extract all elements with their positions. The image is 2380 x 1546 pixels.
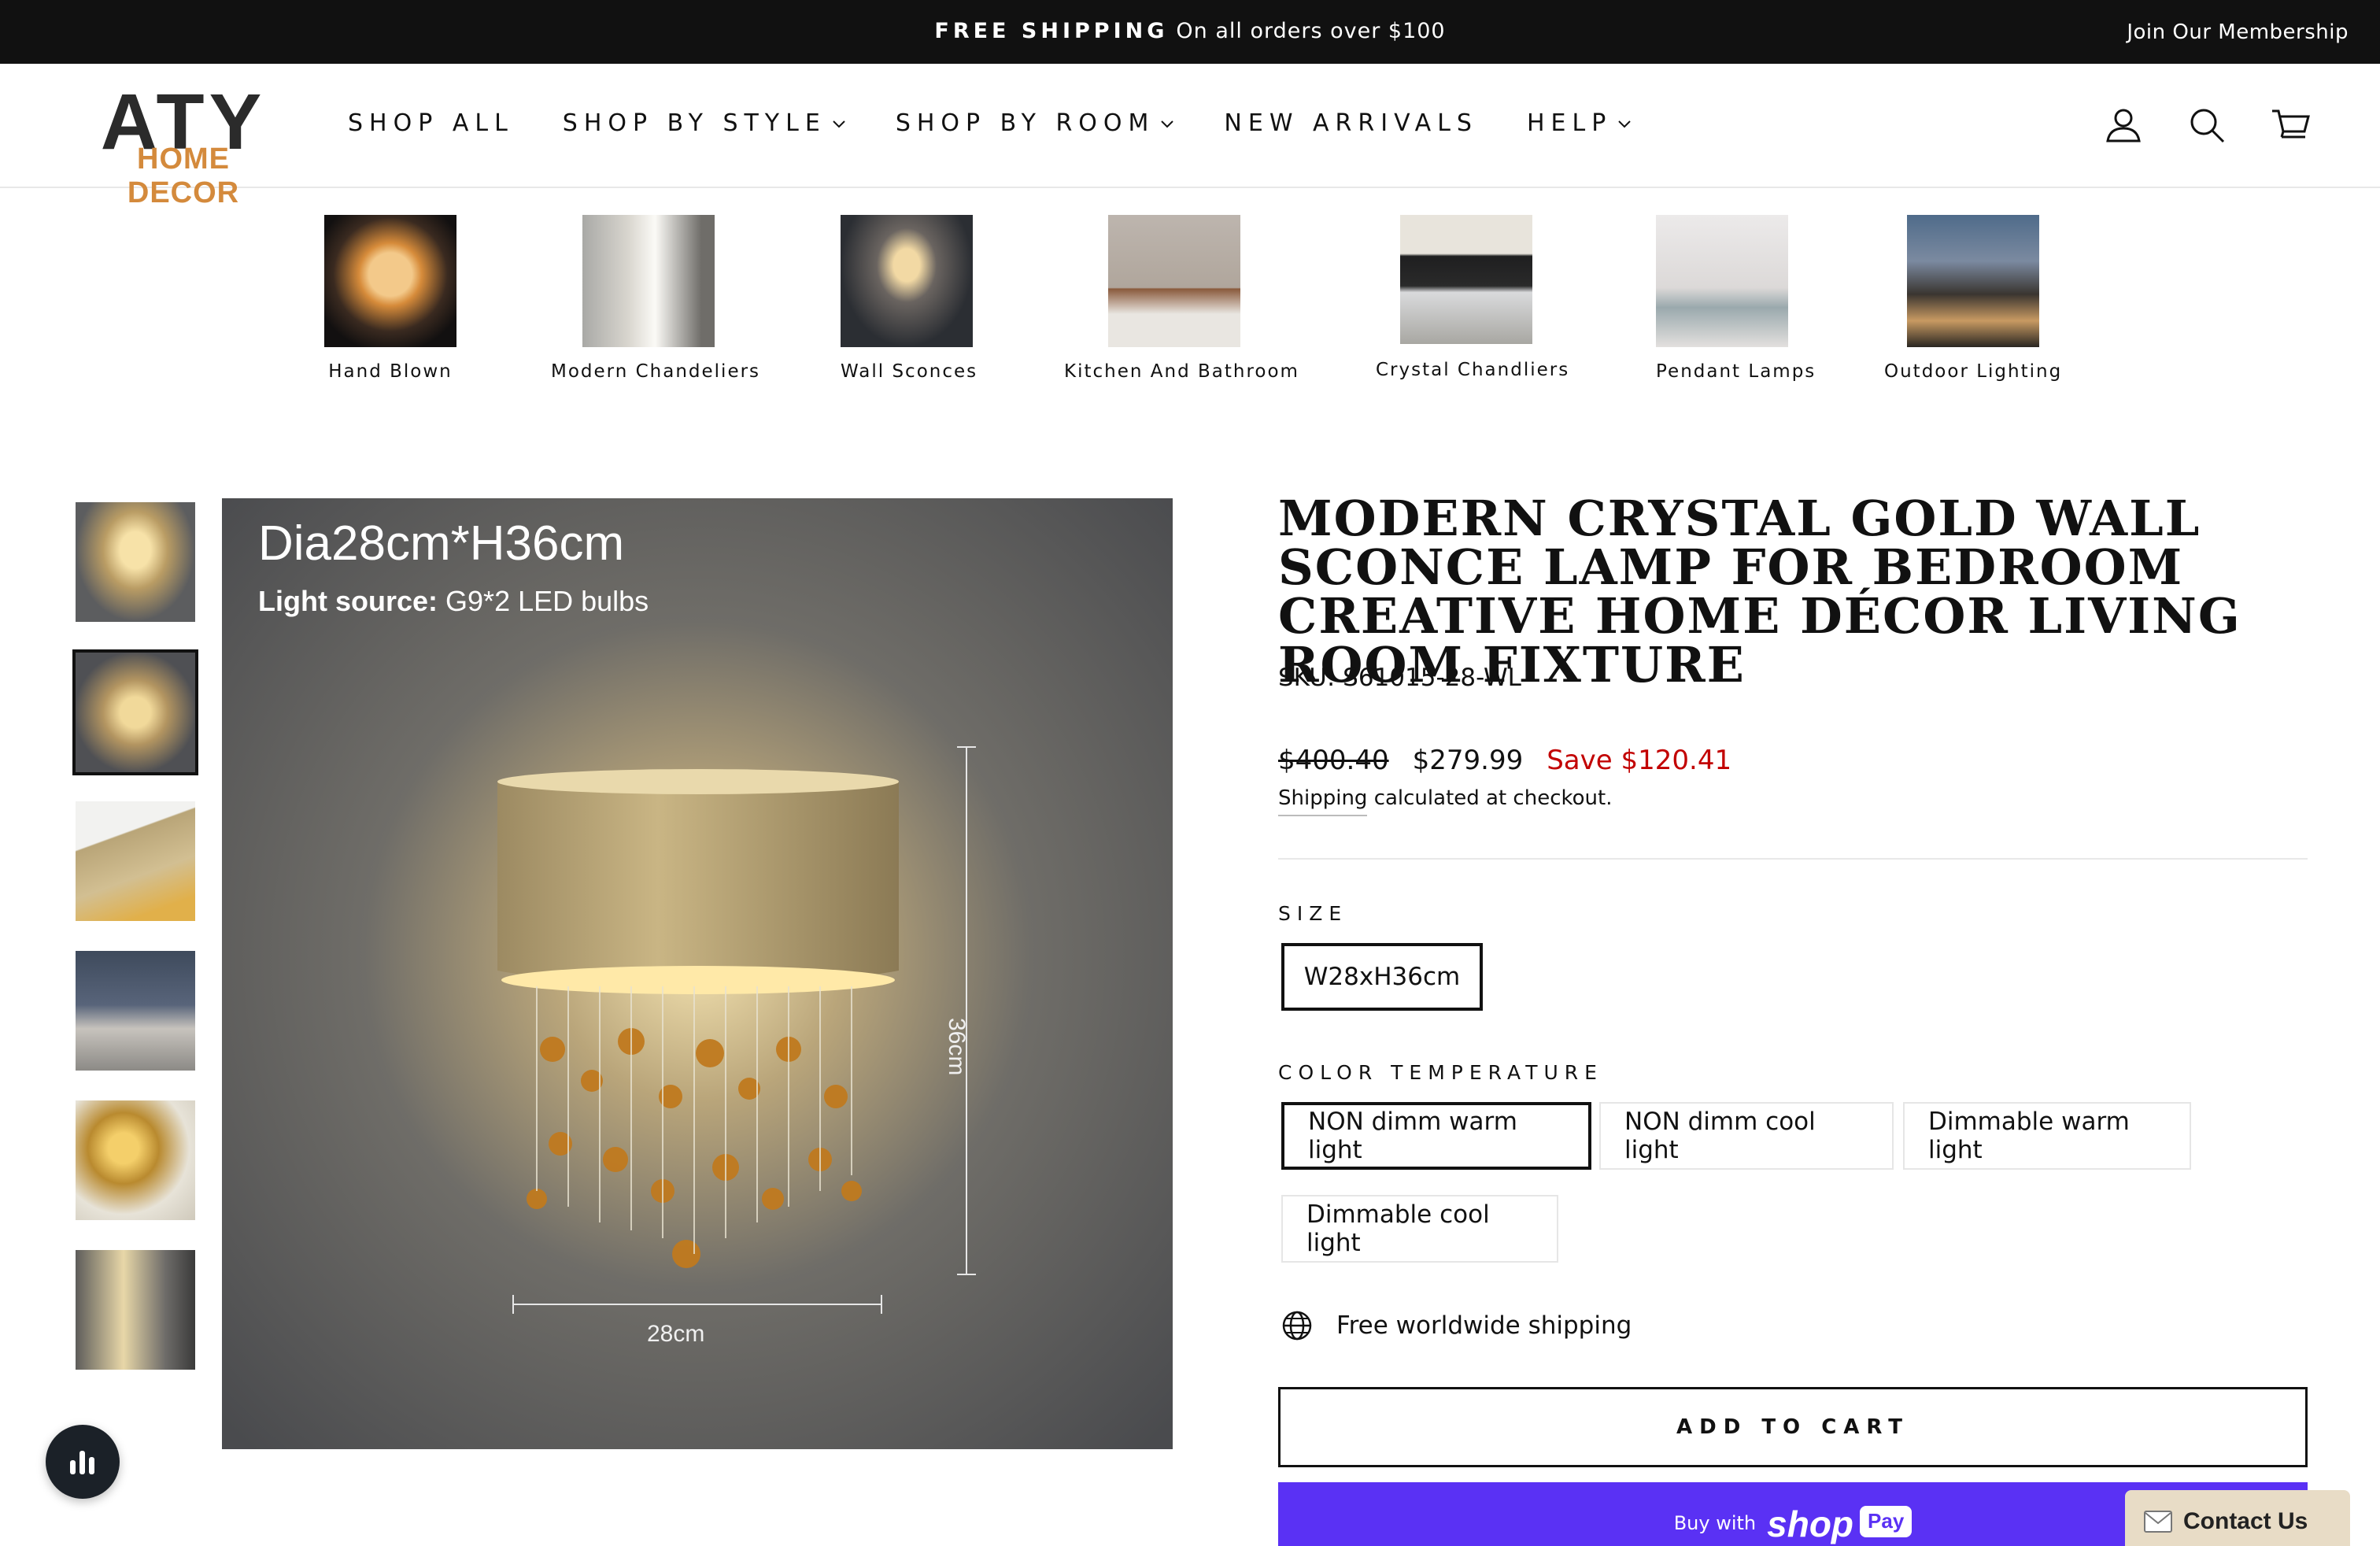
- site-header: ATY HOME DECOR SHOP ALL SHOP BY STYLE SH…: [0, 64, 2380, 209]
- category-modern-chandeliers[interactable]: Modern Chandeliers: [551, 215, 761, 382]
- category-thumb: [324, 215, 456, 347]
- price-sale: $279.99: [1412, 745, 1524, 776]
- nav-shop-all[interactable]: SHOP ALL: [348, 109, 514, 137]
- site-logo[interactable]: ATY HOME DECOR: [77, 83, 290, 209]
- feature-free-shipping: Free worldwide shipping: [1281, 1310, 1632, 1341]
- nav-label: SHOP BY ROOM: [895, 109, 1155, 137]
- color-option-non-dimm-warm[interactable]: NON dimm warm light: [1281, 1102, 1591, 1170]
- category-label: Wall Sconces: [841, 361, 978, 382]
- envelope-icon: [2144, 1511, 2172, 1533]
- gallery-thumb-4[interactable]: [76, 951, 195, 1071]
- category-crystal-chandliers[interactable]: Crystal Chandliers: [1376, 215, 1570, 380]
- price-savings: Save $120.41: [1547, 745, 1732, 776]
- gallery-thumb-1[interactable]: [76, 502, 195, 622]
- bar-chart-icon: [70, 1451, 94, 1474]
- color-temperature-label: COLOR TEMPERATURE: [1278, 1061, 1603, 1084]
- nav-help[interactable]: HELP: [1527, 109, 1632, 137]
- image-height-label: 36cm: [944, 1018, 970, 1076]
- sconce-illustration: [222, 498, 1173, 1449]
- nav-label: SHOP BY STYLE: [562, 109, 826, 137]
- category-label: Pendant Lamps: [1656, 361, 1816, 382]
- category-pendant-lamps[interactable]: Pendant Lamps: [1656, 215, 1816, 382]
- category-thumb: [1400, 215, 1532, 344]
- light-source-label: Light source:: [258, 585, 438, 617]
- size-label: SIZE: [1278, 902, 1348, 925]
- nav-label: SHOP ALL: [348, 109, 514, 137]
- nav-label: NEW ARRIVALS: [1224, 109, 1478, 137]
- buy-with-text: Buy with: [1673, 1512, 1757, 1534]
- image-width-label: 28cm: [647, 1321, 705, 1347]
- feature-text: Free worldwide shipping: [1336, 1311, 1632, 1340]
- chevron-down-icon: [1618, 120, 1632, 128]
- category-wall-sconces[interactable]: Wall Sconces: [841, 215, 978, 382]
- color-option-non-dimm-cool[interactable]: NON dimm cool light: [1599, 1102, 1894, 1170]
- light-source-value: G9*2 LED bulbs: [445, 585, 649, 617]
- category-label: Kitchen And Bathroom: [1064, 361, 1299, 382]
- account-icon[interactable]: [2103, 105, 2144, 146]
- shipping-note: Shipping calculated at checkout.: [1278, 786, 1613, 816]
- shipping-link[interactable]: Shipping: [1278, 786, 1368, 816]
- size-option-w28xh36[interactable]: W28xH36cm: [1281, 943, 1483, 1011]
- announcement-bold: FREE SHIPPING: [934, 19, 1169, 43]
- image-dimension-text: Dia28cm*H36cm: [258, 516, 625, 571]
- add-to-cart-button[interactable]: ADD TO CART: [1278, 1387, 2308, 1467]
- contact-label: Contact Us: [2183, 1508, 2308, 1534]
- category-kitchen-and-bathroom[interactable]: Kitchen And Bathroom: [1064, 215, 1299, 382]
- category-label: Crystal Chandliers: [1376, 360, 1570, 380]
- product-sku: SKU: S61015-28-WL: [1278, 664, 1521, 692]
- product-title: MODERN CRYSTAL GOLD WALL SCONCE LAMP FOR…: [1278, 490, 2241, 693]
- membership-link[interactable]: Join Our Membership: [2127, 20, 2349, 44]
- chevron-down-icon: [833, 120, 845, 128]
- nav-new-arrivals[interactable]: NEW ARRIVALS: [1224, 109, 1478, 137]
- stats-widget-button[interactable]: [46, 1425, 120, 1499]
- nav-shop-by-style[interactable]: SHOP BY STYLE: [563, 109, 847, 137]
- category-thumb: [1907, 215, 2039, 347]
- cart-icon[interactable]: [2270, 105, 2311, 146]
- category-thumb: [1108, 215, 1240, 347]
- divider: [1278, 858, 2308, 860]
- search-icon[interactable]: [2186, 105, 2227, 146]
- gallery-thumb-2[interactable]: [72, 649, 198, 775]
- category-thumb: [582, 215, 715, 347]
- globe-icon: [1282, 1311, 1312, 1341]
- main-product-image[interactable]: Dia28cm*H36cm Light source: G9*2 LED bul…: [222, 498, 1173, 1449]
- color-option-dimmable-cool[interactable]: Dimmable cool light: [1281, 1195, 1558, 1263]
- category-thumb: [841, 215, 973, 347]
- category-outdoor-lighting[interactable]: Outdoor Lighting: [1884, 215, 2062, 382]
- chevron-down-icon: [1161, 120, 1174, 128]
- announcement-bar: FREE SHIPPING On all orders over $100 Joi…: [0, 0, 2380, 64]
- announcement-message: On all orders over $100: [1176, 19, 1446, 43]
- gallery-thumb-5[interactable]: [76, 1100, 195, 1220]
- category-hand-blown[interactable]: Hand Blown: [324, 215, 456, 382]
- category-label: Hand Blown: [328, 361, 453, 382]
- logo-sub: HOME DECOR: [127, 142, 240, 209]
- main-nav: SHOP ALL SHOP BY STYLE SHOP BY ROOM NEW …: [348, 109, 1681, 137]
- category-thumb: [1656, 215, 1788, 347]
- color-option-dimmable-warm[interactable]: Dimmable warm light: [1903, 1102, 2191, 1170]
- announcement-text: FREE SHIPPING On all orders over $100: [0, 19, 2380, 43]
- shipping-text: calculated at checkout.: [1373, 786, 1613, 810]
- price-row: $400.40 $279.99 Save $120.41: [1278, 745, 1731, 776]
- gallery-thumb-6[interactable]: [76, 1250, 195, 1370]
- header-icons: [2103, 105, 2311, 146]
- pay-badge: Pay: [1860, 1506, 1913, 1537]
- contact-us-widget[interactable]: Contact Us: [2125, 1490, 2350, 1546]
- gallery-thumb-3[interactable]: [76, 801, 195, 921]
- price-original: $400.40: [1278, 745, 1389, 776]
- category-label: Modern Chandeliers: [551, 361, 761, 382]
- nav-label: HELP: [1526, 109, 1613, 137]
- category-label: Outdoor Lighting: [1884, 361, 2063, 382]
- image-light-source: Light source: G9*2 LED bulbs: [258, 585, 649, 618]
- shop-logo-text: shop: [1767, 1503, 1854, 1544]
- nav-shop-by-room[interactable]: SHOP BY ROOM: [896, 109, 1176, 137]
